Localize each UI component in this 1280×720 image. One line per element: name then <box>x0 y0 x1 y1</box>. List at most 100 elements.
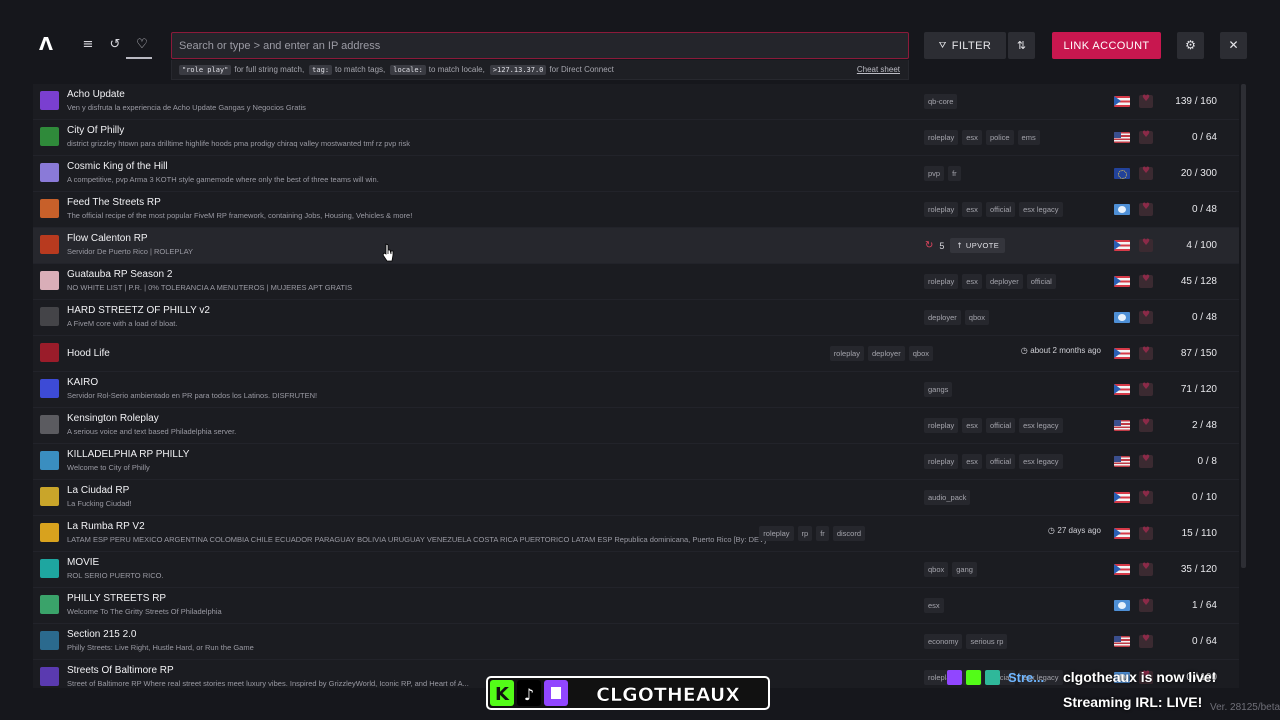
server-row[interactable]: Kensington Roleplay A serious voice and t… <box>33 408 1239 444</box>
favorite-heart-icon[interactable] <box>1139 274 1153 288</box>
favorite-heart-icon[interactable] <box>1139 94 1153 108</box>
kick-icon <box>966 670 981 685</box>
server-row[interactable]: Guatauba RP Season 2 NO WHITE LIST | P.R.… <box>33 264 1239 300</box>
tag-chip[interactable]: pvp <box>924 166 945 181</box>
tag-chip[interactable]: economy <box>924 634 963 649</box>
search-input[interactable] <box>172 33 908 58</box>
server-row[interactable]: Acho Update Ven y disfruta la experiencia… <box>33 84 1239 120</box>
favorite-heart-icon[interactable] <box>1139 238 1153 252</box>
tag-chip[interactable]: deployer <box>867 346 905 361</box>
tag-chip[interactable]: police <box>985 130 1014 145</box>
filter-button[interactable]: ⛛ FILTER <box>924 32 1006 59</box>
link-account-button[interactable]: LINK ACCOUNT <box>1052 32 1161 59</box>
tag-chip[interactable]: roleplay <box>924 454 959 469</box>
tag-chip[interactable]: audio_pack <box>924 490 971 505</box>
tag-chip[interactable]: qbox <box>964 310 990 325</box>
server-row[interactable]: Flow Calenton RP Servidor De Puerto Rico … <box>33 228 1239 264</box>
tag-chip[interactable]: deployer <box>924 310 961 325</box>
list-scrollbar[interactable] <box>1241 84 1246 568</box>
tag-chip[interactable]: roleplay <box>759 526 794 541</box>
tag-chip[interactable]: esx <box>962 130 982 145</box>
server-icon <box>40 343 59 362</box>
server-row[interactable]: PHILLY STREETS RP Welcome To The Gritty S… <box>33 588 1239 624</box>
tag-chip[interactable]: roleplay <box>924 274 959 289</box>
player-count: 0 / 48 <box>1191 312 1217 323</box>
favorite-heart-icon[interactable] <box>1139 562 1153 576</box>
cheat-sheet-link[interactable]: Cheat sheet <box>857 65 900 74</box>
tag-chip[interactable]: esx <box>962 274 982 289</box>
history-icon[interactable]: ↺ <box>105 35 125 55</box>
tag-chip[interactable]: discord <box>832 526 865 541</box>
hint-code: >127.13.37.0 <box>489 64 547 75</box>
tag-chip[interactable]: esx <box>962 454 982 469</box>
server-row[interactable]: MOVIE ROL SERIO PUERTO RICO. qboxgang 35 / … <box>33 552 1239 588</box>
server-row[interactable]: HARD STREETZ OF PHILLY v2 A FiveM core wi… <box>33 300 1239 336</box>
tag-chip[interactable]: roleplay <box>829 346 864 361</box>
server-row[interactable]: La Ciudad RP La Fucking Ciudad! audio_pack… <box>33 480 1239 516</box>
server-row[interactable]: Section 215 2.0 Philly Streets: Live Righ… <box>33 624 1239 660</box>
boost-count: 5 <box>939 240 945 251</box>
tag-chip[interactable]: official <box>985 454 1016 469</box>
tag-chip[interactable]: deployer <box>985 274 1023 289</box>
tag-chip[interactable]: official <box>985 202 1016 217</box>
tag-chip[interactable]: official <box>1026 274 1056 289</box>
favorite-heart-icon[interactable] <box>1139 454 1153 468</box>
tag-chip[interactable]: qbox <box>924 562 949 577</box>
favorites-icon[interactable]: ♡ <box>126 35 152 59</box>
favorite-heart-icon[interactable] <box>1139 310 1153 324</box>
favorite-heart-icon[interactable] <box>1139 418 1153 432</box>
upvote-button[interactable]: ↑ UPVOTE <box>950 238 1006 253</box>
favorite-heart-icon[interactable] <box>1139 346 1153 360</box>
tag-chip[interactable]: roleplay <box>924 418 959 433</box>
server-icon <box>40 199 59 218</box>
tag-chip[interactable]: esx <box>962 202 982 217</box>
player-count: 2 / 48 <box>1191 420 1217 431</box>
tag-chip[interactable]: esx <box>924 598 944 613</box>
server-row[interactable]: City Of Philly district grizzley htown pa… <box>33 120 1239 156</box>
tag-chip[interactable]: official <box>985 418 1016 433</box>
app-logo-icon[interactable]: Λ <box>36 35 56 55</box>
favorite-heart-icon[interactable] <box>1139 130 1153 144</box>
sort-icon[interactable]: ⇅ <box>1008 32 1035 59</box>
favorite-heart-icon[interactable] <box>1139 166 1153 180</box>
favorite-heart-icon[interactable] <box>1139 634 1153 648</box>
server-row[interactable]: Hood Life roleplay deployer qbox ◷ about 2 m… <box>33 336 1239 372</box>
streamer-banner: K ♪ CLGOTHEAUX <box>486 676 770 710</box>
favorite-heart-icon[interactable] <box>1139 490 1153 504</box>
server-row[interactable]: La Rumba RP V2 LATAM ESP PERU MEXICO ARGE… <box>33 516 1239 552</box>
tag-chip[interactable]: ems <box>1017 130 1040 145</box>
tag-chip[interactable]: fr <box>816 526 829 541</box>
locale-flag-icon <box>1114 600 1130 611</box>
hint-text: to match locale, <box>428 65 485 74</box>
server-name: HARD STREETZ OF PHILLY v2 <box>67 305 210 316</box>
tag-chip[interactable]: roleplay <box>924 202 959 217</box>
favorite-heart-icon[interactable] <box>1139 598 1153 612</box>
server-row[interactable]: KILLADELPHIA RP PHILLY Welcome to City of… <box>33 444 1239 480</box>
tag-chip[interactable]: qbox <box>908 346 933 361</box>
server-row[interactable]: KAIRO Servidor Rol-Serio ambientado en PR… <box>33 372 1239 408</box>
tag-chip[interactable]: gang <box>952 562 977 577</box>
tag-chip[interactable]: esx <box>962 418 982 433</box>
menu-icon[interactable]: ≡ <box>78 35 98 55</box>
server-row[interactable]: Feed The Streets RP The official recipe o… <box>33 192 1239 228</box>
tag-chip[interactable]: serious rp <box>966 634 1008 649</box>
close-icon[interactable]: ✕ <box>1220 32 1247 59</box>
server-row[interactable]: Cosmic King of the Hill A competitive, pv… <box>33 156 1239 192</box>
server-icon <box>40 127 59 146</box>
tag-chip[interactable]: esx legacy <box>1019 454 1063 469</box>
tag-chip[interactable]: rp <box>797 526 813 541</box>
filter-icon: ⛛ <box>938 40 947 51</box>
locale-flag-icon <box>1114 240 1130 251</box>
tag-chip[interactable]: esx legacy <box>1019 202 1063 217</box>
tag-chip[interactable]: fr <box>948 166 961 181</box>
tag-chip[interactable]: qb-core <box>924 94 958 109</box>
server-description: LATAM ESP PERU MEXICO ARGENTINA COLOMBIA… <box>67 535 767 544</box>
tag-chip[interactable]: esx legacy <box>1019 418 1063 433</box>
favorite-heart-icon[interactable] <box>1139 526 1153 540</box>
tag-chip[interactable]: gangs <box>924 382 953 397</box>
favorite-heart-icon[interactable] <box>1139 382 1153 396</box>
locale-flag-icon <box>1114 384 1130 395</box>
favorite-heart-icon[interactable] <box>1139 202 1153 216</box>
settings-icon[interactable]: ⚙ <box>1177 32 1204 59</box>
tag-chip[interactable]: roleplay <box>924 130 959 145</box>
